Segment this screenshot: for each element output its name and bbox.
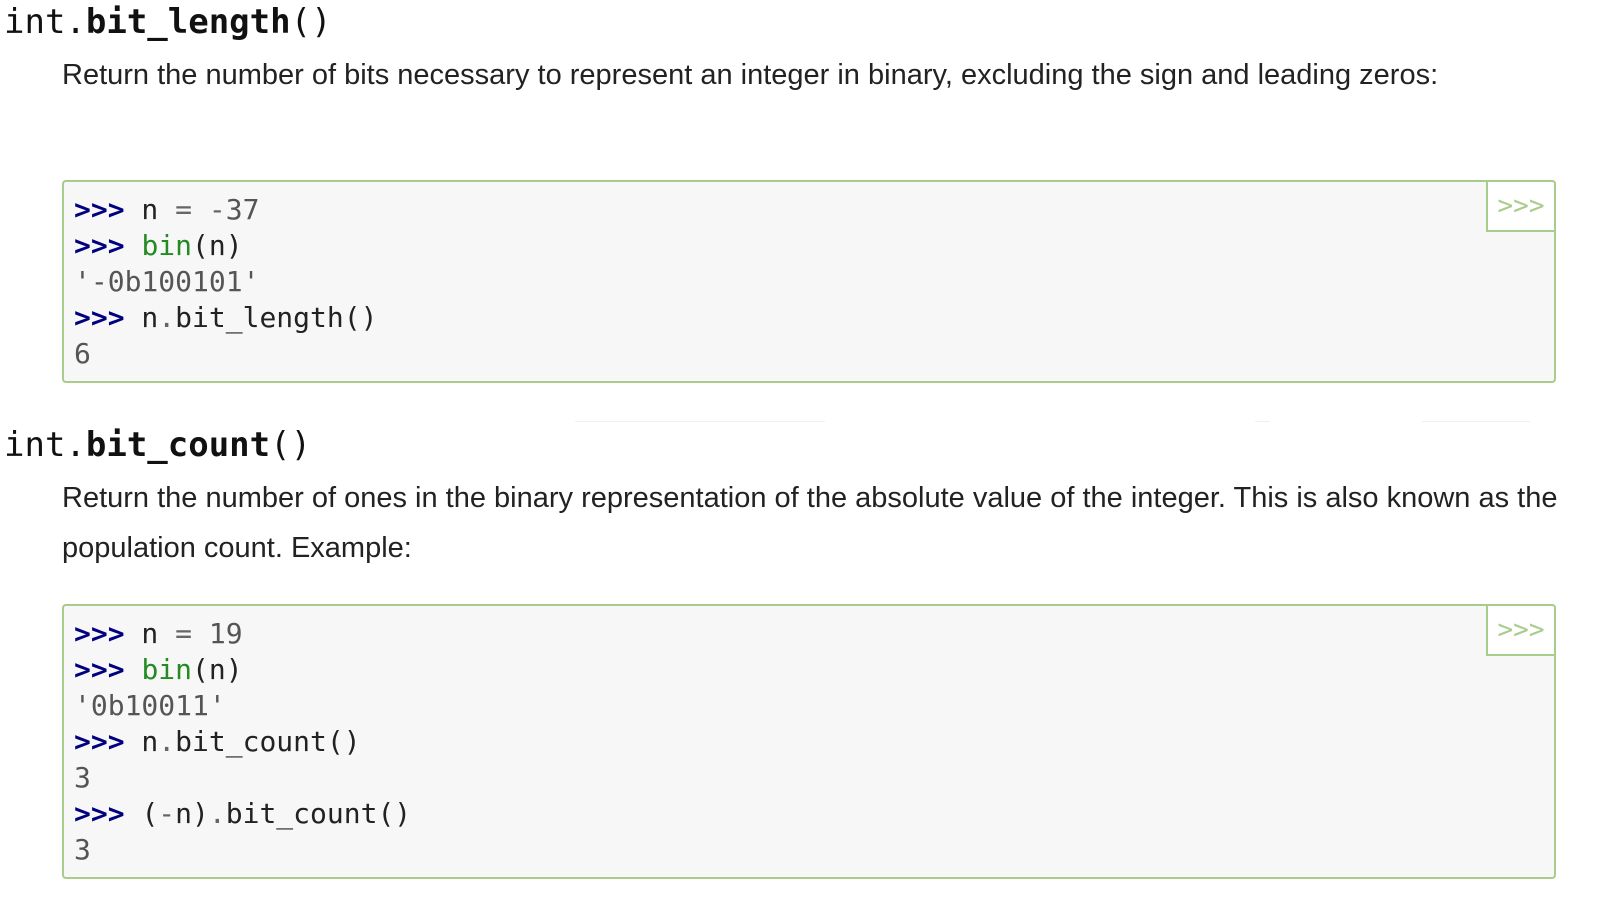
number-token: 19 bbox=[208, 617, 243, 650]
name-token bbox=[125, 229, 142, 262]
signature-parens: () bbox=[290, 2, 332, 42]
number-token: 37 bbox=[225, 193, 260, 226]
punctuation-token: ) bbox=[192, 797, 209, 830]
operator-token: = bbox=[175, 617, 193, 650]
name-token bbox=[125, 797, 142, 830]
separator-fragment bbox=[1255, 421, 1270, 422]
signature-name: bit_count bbox=[85, 425, 271, 465]
name-token: n bbox=[124, 193, 176, 226]
name-token: n bbox=[175, 797, 193, 830]
name-token: n bbox=[124, 725, 159, 758]
method-description-bit-count: Return the number of ones in the binary … bbox=[62, 482, 1558, 564]
prompt-token: >>> bbox=[74, 617, 125, 650]
name-token: n bbox=[124, 617, 176, 650]
punctuation-token: ( bbox=[192, 653, 209, 686]
separator-fragment bbox=[575, 421, 825, 422]
method-description-bit-length: Return the number of bits necessary to r… bbox=[62, 59, 1439, 91]
copy-prompt-toggle-button[interactable]: >>> bbox=[1486, 604, 1556, 656]
prompt-token: >>> bbox=[74, 725, 125, 758]
punctuation-token: ) bbox=[225, 229, 243, 262]
method-signature-bit-count: int.bit_count() bbox=[4, 423, 311, 467]
prompt-token: >>> bbox=[74, 193, 125, 226]
name-token: bit_count bbox=[225, 797, 378, 830]
copy-prompt-toggle-button[interactable]: >>> bbox=[1486, 180, 1556, 232]
prompt-token: >>> bbox=[74, 797, 125, 830]
code-example-bit-length: >>> n = -37 >>> bin(n) '-0b100101' >>> n… bbox=[62, 180, 1556, 383]
signature-prefix: int. bbox=[4, 2, 86, 42]
name-token bbox=[192, 193, 209, 226]
name-token bbox=[125, 653, 142, 686]
operator-token: . bbox=[158, 301, 176, 334]
name-token bbox=[192, 617, 209, 650]
operator-token: - bbox=[208, 193, 226, 226]
name-token: n bbox=[208, 653, 226, 686]
code-block[interactable]: >>> n = 19 >>> bin(n) '0b10011' >>> n.bi… bbox=[64, 606, 1554, 876]
prompt-token: >>> bbox=[74, 301, 125, 334]
builtin-token: bin bbox=[141, 229, 193, 262]
output-token: '0b10011' bbox=[74, 689, 226, 722]
method-signature-bit-length: int.bit_length() bbox=[4, 0, 332, 44]
name-token: bit_count bbox=[175, 725, 327, 758]
code-block[interactable]: >>> n = -37 >>> bin(n) '-0b100101' >>> n… bbox=[64, 182, 1554, 380]
output-token: '-0b100101' bbox=[74, 265, 260, 298]
builtin-token: bin bbox=[141, 653, 193, 686]
prompt-token: >>> bbox=[74, 229, 125, 262]
signature-name: bit_length bbox=[85, 2, 291, 42]
punctuation-token: () bbox=[326, 725, 361, 758]
output-token: 3 bbox=[74, 761, 91, 794]
prompt-token: >>> bbox=[74, 653, 125, 686]
code-example-bit-count: >>> n = 19 >>> bin(n) '0b10011' >>> n.bi… bbox=[62, 604, 1556, 879]
output-token: 6 bbox=[74, 337, 91, 370]
punctuation-token: () bbox=[343, 301, 378, 334]
punctuation-token: ( bbox=[141, 797, 159, 830]
name-token: bit_length bbox=[175, 301, 344, 334]
operator-token: . bbox=[158, 725, 176, 758]
punctuation-token: ( bbox=[192, 229, 209, 262]
name-token: n bbox=[208, 229, 226, 262]
punctuation-token: ) bbox=[225, 653, 243, 686]
operator-token: . bbox=[208, 797, 226, 830]
operator-token: - bbox=[158, 797, 176, 830]
separator-fragment bbox=[1422, 421, 1530, 422]
operator-token: = bbox=[175, 193, 193, 226]
signature-parens: () bbox=[270, 425, 312, 465]
name-token: n bbox=[124, 301, 159, 334]
output-token: 3 bbox=[74, 833, 91, 866]
signature-prefix: int. bbox=[4, 425, 86, 465]
punctuation-token: () bbox=[377, 797, 412, 830]
